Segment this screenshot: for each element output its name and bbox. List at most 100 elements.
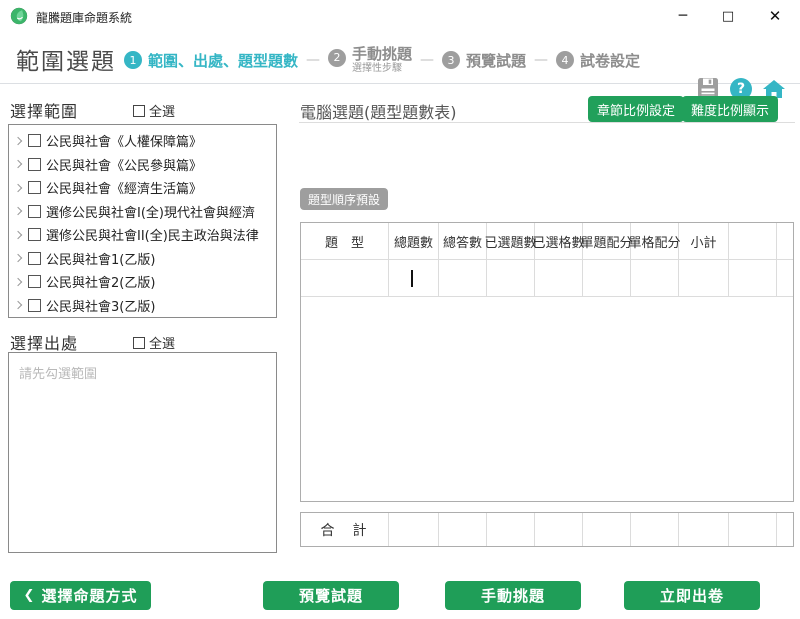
item-checkbox[interactable] — [28, 158, 41, 171]
total-questions-input[interactable] — [389, 260, 439, 297]
item-checkbox[interactable] — [28, 299, 41, 312]
col-selected-questions: 已選題數 — [487, 223, 535, 260]
step-1-range[interactable]: 1 範圍、出處、題型題數 — [124, 50, 298, 71]
table-input-row — [301, 260, 793, 297]
source-list: 請先勾選範圍 — [8, 352, 277, 553]
back-button-label: 選擇命題方式 — [41, 585, 137, 606]
expand-chevron-icon[interactable] — [14, 160, 22, 168]
range-tree-item[interactable]: 選修公民與社會I(全)現代社會與經濟 — [9, 200, 276, 224]
step-2-label: 手動挑題 — [352, 46, 412, 63]
generate-paper-button[interactable]: 立即出卷 — [624, 581, 760, 610]
col-empty — [729, 223, 777, 260]
subtotal-cell[interactable] — [679, 260, 729, 297]
expand-chevron-icon[interactable] — [14, 184, 22, 192]
expand-chevron-icon[interactable] — [14, 278, 22, 286]
close-button[interactable]: ✕ — [758, 0, 792, 32]
range-tree-item[interactable]: 公民與社會2(乙版) — [9, 270, 276, 294]
col-points-per-question: 單題配分 — [583, 223, 631, 260]
points-per-cell-sum — [631, 513, 679, 546]
wizard-steps: 1 範圍、出處、題型題數 — 2 手動挑題 選擇性步驟 — 3 預覽試題 — 4… — [124, 38, 640, 82]
total-answers-cell[interactable] — [439, 260, 487, 297]
empty-cell — [777, 513, 793, 546]
range-panel-title: 選擇範圍 — [10, 98, 78, 122]
range-tree-item[interactable]: 公民與社會1(乙版) — [9, 247, 276, 271]
app-logo-icon — [10, 7, 28, 25]
step-separator: — — [419, 52, 435, 68]
source-panel-title: 選擇出處 — [10, 330, 78, 354]
range-tree-item[interactable]: 選修公民與社會II(全)民主政治與法律 — [9, 223, 276, 247]
empty-cell — [729, 260, 777, 297]
range-select-all-label: 全選 — [149, 101, 175, 120]
item-label: 公民與社會1(乙版) — [46, 249, 155, 268]
points-per-question-sum — [583, 513, 631, 546]
subtotal-sum — [679, 513, 729, 546]
points-per-question-cell[interactable] — [583, 260, 631, 297]
step-4-paper-settings[interactable]: 4 試卷設定 — [556, 50, 640, 71]
source-select-all[interactable]: 全選 — [133, 333, 175, 352]
difficulty-ratio-button[interactable]: 難度比例顯示 — [682, 96, 778, 122]
step-3-preview[interactable]: 3 預覽試題 — [442, 50, 526, 71]
step-3-label: 預覽試題 — [466, 50, 526, 71]
app-window: 龍騰題庫命題系統 ─ □ ✕ 範圍選題 1 範圍、出處、題型題數 — 2 手動挑… — [0, 0, 800, 619]
expand-chevron-icon[interactable] — [14, 254, 22, 262]
item-label: 選修公民與社會I(全)現代社會與經濟 — [46, 202, 255, 221]
chevron-left-icon: ❮ — [24, 588, 36, 603]
window-title: 龍騰題庫命題系統 — [36, 9, 132, 26]
page-title: 範圍選題 — [16, 42, 116, 76]
text-cursor — [411, 270, 413, 287]
minimize-button[interactable]: ─ — [666, 0, 700, 32]
selected-questions-cell[interactable] — [487, 260, 535, 297]
total-answers-sum — [439, 513, 487, 546]
range-tree: 公民與社會《人權保障篇》 公民與社會《公民參與篇》 公民與社會《經濟生活篇》 選… — [8, 124, 277, 318]
expand-chevron-icon[interactable] — [14, 301, 22, 309]
empty-cell — [777, 260, 793, 297]
maximize-button[interactable]: □ — [711, 0, 745, 32]
expand-chevron-icon[interactable] — [14, 231, 22, 239]
col-question-type: 題 型 — [301, 223, 389, 260]
range-tree-item[interactable]: 公民與社會3(乙版) — [9, 294, 276, 318]
range-select-all[interactable]: 全選 — [133, 101, 175, 120]
item-checkbox[interactable] — [28, 228, 41, 241]
main-panel-title: 電腦選題(題型題數表) — [300, 99, 457, 123]
col-total-questions: 總題數 — [389, 223, 439, 260]
question-type-table: 題 型 總題數 總答數 已選題數 已選格數 單題配分 單格配分 小計 — [300, 222, 794, 502]
preview-questions-button[interactable]: 預覽試題 — [263, 581, 399, 610]
col-selected-cells: 已選格數 — [535, 223, 583, 260]
source-select-all-checkbox[interactable] — [133, 337, 145, 349]
step-1-label: 範圍、出處、題型題數 — [148, 50, 298, 71]
back-to-method-button[interactable]: ❮ 選擇命題方式 — [10, 581, 151, 610]
range-select-all-checkbox[interactable] — [133, 105, 145, 117]
step-2-manual-pick[interactable]: 2 手動挑題 選擇性步驟 — [328, 46, 412, 75]
total-questions-sum — [389, 513, 439, 546]
manual-pick-button[interactable]: 手動挑題 — [445, 581, 581, 610]
col-subtotal: 小計 — [679, 223, 729, 260]
item-checkbox[interactable] — [28, 181, 41, 194]
item-label: 選修公民與社會II(全)民主政治與法律 — [46, 225, 259, 244]
total-label: 合 計 — [301, 513, 389, 546]
item-checkbox[interactable] — [28, 205, 41, 218]
selected-cells-cell[interactable] — [535, 260, 583, 297]
step-2-number: 2 — [328, 49, 346, 67]
type-cell[interactable] — [301, 260, 389, 297]
range-tree-item[interactable]: 公民與社會《經濟生活篇》 — [9, 176, 276, 200]
col-points-per-cell: 單格配分 — [631, 223, 679, 260]
chapter-ratio-button[interactable]: 章節比例設定 — [588, 96, 684, 122]
selected-questions-sum — [487, 513, 535, 546]
step-4-label: 試卷設定 — [580, 50, 640, 71]
item-label: 公民與社會3(乙版) — [46, 296, 155, 315]
source-select-all-label: 全選 — [149, 333, 175, 352]
item-checkbox[interactable] — [28, 134, 41, 147]
total-row: 合 計 — [300, 512, 794, 547]
table-header-row: 題 型 總題數 總答數 已選題數 已選格數 單題配分 單格配分 小計 — [301, 223, 793, 260]
expand-chevron-icon[interactable] — [14, 137, 22, 145]
range-tree-item[interactable]: 公民與社會《公民參與篇》 — [9, 153, 276, 177]
step-1-number: 1 — [124, 51, 142, 69]
selected-cells-sum — [535, 513, 583, 546]
item-checkbox[interactable] — [28, 252, 41, 265]
range-tree-item[interactable]: 公民與社會《人權保障篇》 — [9, 129, 276, 153]
step-3-number: 3 — [442, 51, 460, 69]
points-per-cell-cell[interactable] — [631, 260, 679, 297]
wizard-header: 範圍選題 1 範圍、出處、題型題數 — 2 手動挑題 選擇性步驟 — 3 預覽試… — [0, 32, 800, 84]
item-checkbox[interactable] — [28, 275, 41, 288]
expand-chevron-icon[interactable] — [14, 207, 22, 215]
